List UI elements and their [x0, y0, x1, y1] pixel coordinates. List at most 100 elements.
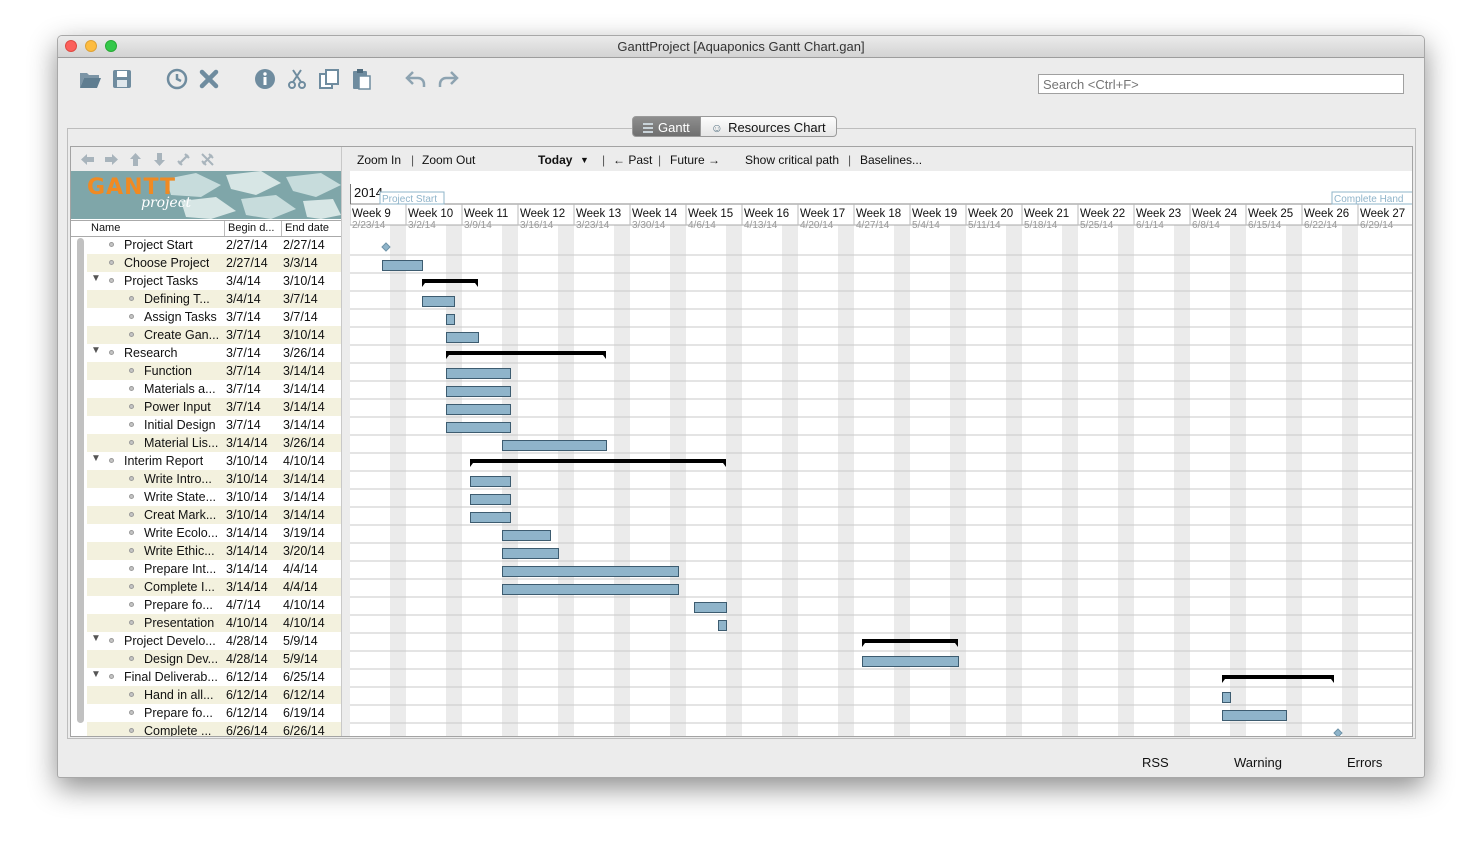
task-row[interactable]: Complete I... 3/14/14 4/4/14 — [87, 578, 341, 596]
task-name: Hand in all... — [144, 688, 214, 702]
task-row[interactable]: Assign Tasks 3/7/14 3/7/14 — [87, 308, 341, 326]
weekend-band — [1342, 225, 1358, 736]
open-icon[interactable] — [77, 66, 103, 92]
task-row[interactable]: Materials a... 3/7/14 3/14/14 — [87, 380, 341, 398]
task-row[interactable]: ▼ Interim Report 3/10/14 4/10/14 — [87, 452, 341, 470]
week-date: 3/16/14 — [520, 220, 554, 231]
task-tree-toolbar — [71, 147, 341, 171]
task-bullet-icon — [129, 602, 134, 607]
show-critical-path-button[interactable]: Show critical path — [745, 153, 839, 167]
tab-gantt[interactable]: Gantt — [632, 116, 701, 137]
task-row[interactable]: Prepare fo... 4/7/14 4/10/14 — [87, 596, 341, 614]
task-row[interactable]: Prepare Int... 3/14/14 4/4/14 — [87, 560, 341, 578]
week-date: 2/23/14 — [352, 220, 386, 231]
task-begin-date: 3/10/14 — [226, 508, 268, 522]
delete-icon[interactable] — [196, 66, 222, 92]
task-row[interactable]: Write Ecolo... 3/14/14 3/19/14 — [87, 524, 341, 542]
task-name: Write Intro... — [144, 472, 212, 486]
task-end-date: 3/10/14 — [283, 328, 325, 342]
errors-link[interactable]: Errors — [1347, 755, 1382, 770]
warning-link[interactable]: Warning — [1234, 755, 1282, 770]
view-tabs: Gantt ☺ Resources Chart — [632, 116, 837, 137]
task-row[interactable]: Prepare fo... 6/12/14 6/19/14 — [87, 704, 341, 722]
task-row[interactable]: Write Intro... 3/10/14 3/14/14 — [87, 470, 341, 488]
rss-link[interactable]: RSS — [1142, 755, 1169, 770]
task-row[interactable]: Create Gan... 3/7/14 3/10/14 — [87, 326, 341, 344]
task-name: Project Start — [124, 238, 193, 252]
column-name-header[interactable]: Name — [91, 222, 120, 234]
task-bar — [1222, 710, 1287, 721]
task-name: Create Gan... — [144, 328, 220, 342]
task-end-date: 3/26/14 — [283, 436, 325, 450]
past-button[interactable]: ← Past — [613, 153, 652, 167]
task-bar — [446, 332, 479, 343]
future-button[interactable]: Future → — [670, 153, 720, 167]
expand-toggle-icon[interactable]: ▼ — [91, 273, 101, 284]
task-row[interactable]: Material Lis... 3/14/14 3/26/14 — [87, 434, 341, 452]
task-begin-date: 3/7/14 — [226, 310, 261, 324]
cut-icon[interactable] — [284, 66, 310, 92]
search-input[interactable] — [1038, 74, 1404, 94]
separator-2: | — [602, 153, 606, 167]
task-row[interactable]: Presentation 4/10/14 4/10/14 — [87, 614, 341, 632]
info-icon[interactable] — [252, 66, 278, 92]
task-row[interactable]: Write Ethic... 3/14/14 3/20/14 — [87, 542, 341, 560]
tab-resources-chart[interactable]: ☺ Resources Chart — [700, 116, 837, 137]
expand-toggle-icon[interactable]: ▼ — [91, 633, 101, 644]
copy-icon[interactable] — [316, 66, 342, 92]
week-date: 3/2/14 — [408, 220, 436, 231]
zoom-out-button[interactable]: Zoom Out — [422, 153, 475, 167]
task-row[interactable]: Write State... 3/10/14 3/14/14 — [87, 488, 341, 506]
task-row[interactable]: Power Input 3/7/14 3/14/14 — [87, 398, 341, 416]
task-row[interactable]: Defining T... 3/4/14 3/7/14 — [87, 290, 341, 308]
task-row[interactable]: Function 3/7/14 3/14/14 — [87, 362, 341, 380]
task-row[interactable]: Design Dev... 4/28/14 5/9/14 — [87, 650, 341, 668]
vertical-scrollbar[interactable] — [77, 238, 84, 723]
expand-toggle-icon[interactable]: ▼ — [91, 669, 101, 680]
week-date: 3/30/14 — [632, 220, 666, 231]
task-begin-date: 3/7/14 — [226, 418, 261, 432]
chevron-down-icon[interactable]: ▼ — [580, 155, 589, 165]
logo-subtext: project — [141, 195, 192, 211]
task-bar — [446, 368, 511, 379]
baselines-button[interactable]: Baselines... — [860, 153, 922, 167]
paste-icon[interactable] — [348, 66, 374, 92]
task-row[interactable]: ▼ Project Develo... 4/28/14 5/9/14 — [87, 632, 341, 650]
redo-icon[interactable] — [435, 66, 461, 92]
task-row[interactable]: ▼ Final Deliverab... 6/12/14 6/25/14 — [87, 668, 341, 686]
indent-arrow-icon[interactable] — [104, 152, 119, 167]
task-row[interactable]: ▼ Project Tasks 3/4/14 3/10/14 — [87, 272, 341, 290]
week-label: Week 27 — [1360, 208, 1405, 220]
column-begin-header[interactable]: Begin d... — [228, 222, 274, 234]
task-name: Prepare fo... — [144, 706, 213, 720]
today-button[interactable]: Today — [538, 153, 572, 167]
task-row[interactable]: Creat Mark... 3/10/14 3/14/14 — [87, 506, 341, 524]
move-down-arrow-icon[interactable] — [152, 152, 167, 167]
zoom-in-button[interactable]: Zoom In — [357, 153, 401, 167]
history-icon[interactable] — [164, 66, 190, 92]
pane-splitter[interactable] — [341, 147, 350, 736]
task-bullet-icon — [109, 242, 114, 247]
move-up-arrow-icon[interactable] — [128, 152, 143, 167]
unlink-icon[interactable] — [200, 152, 215, 167]
task-row[interactable]: Hand in all... 6/12/14 6/12/14 — [87, 686, 341, 704]
task-bullet-icon — [129, 566, 134, 571]
link-icon[interactable] — [176, 152, 191, 167]
expand-toggle-icon[interactable]: ▼ — [91, 453, 101, 464]
week-date: 6/8/14 — [1192, 220, 1220, 231]
task-row[interactable]: ▼ Research 3/7/14 3/26/14 — [87, 344, 341, 362]
task-bullet-icon — [129, 710, 134, 715]
outdent-arrow-icon[interactable] — [80, 152, 95, 167]
task-row[interactable]: Initial Design 3/7/14 3/14/14 — [87, 416, 341, 434]
gantt-chart-area[interactable]: 2014 Week 9 2/23/14 Week 10 3/2/14 Week 11 3/9… — [350, 171, 1412, 736]
task-row[interactable]: Complete ... 6/26/14 6/26/14 — [87, 722, 341, 736]
task-row[interactable]: Project Start 2/27/14 2/27/14 — [87, 236, 341, 254]
expand-toggle-icon[interactable]: ▼ — [91, 345, 101, 356]
task-bullet-icon — [129, 512, 134, 517]
column-end-header[interactable]: End date — [285, 222, 329, 234]
task-begin-date: 2/27/14 — [226, 238, 268, 252]
task-row[interactable]: Choose Project 2/27/14 3/3/14 — [87, 254, 341, 272]
undo-icon[interactable] — [403, 66, 429, 92]
task-table-header: Name Begin d... End date — [71, 220, 341, 237]
save-icon[interactable] — [109, 66, 135, 92]
